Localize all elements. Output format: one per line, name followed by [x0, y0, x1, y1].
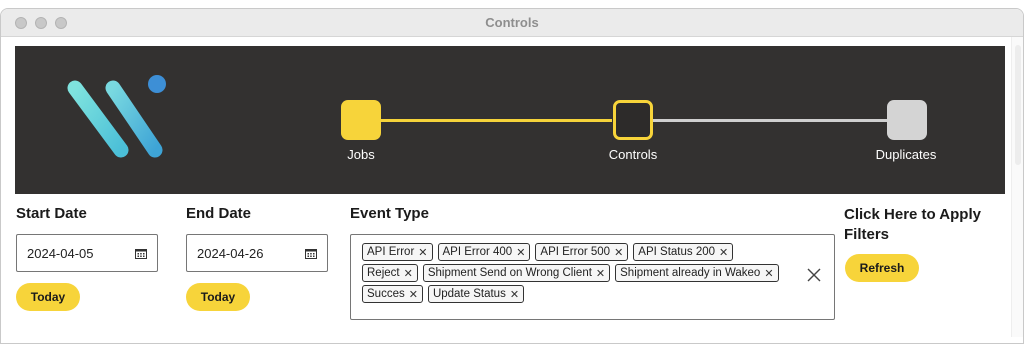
event-tag: API Status 200 ✕ [633, 243, 734, 261]
step-jobs-label: Jobs [347, 147, 375, 162]
close-icon[interactable]: ✕ [418, 246, 427, 259]
end-date-today-button[interactable]: Today [186, 283, 250, 311]
step-controls-label: Controls [608, 147, 658, 162]
close-icon[interactable]: ✕ [404, 267, 413, 280]
event-tag: Shipment Send on Wrong Client ✕ [422, 264, 611, 282]
event-tag: Succes ✕ [362, 285, 423, 303]
event-tag-label: Succes [367, 288, 405, 300]
event-type-tag-list: API Error ✕ API Error 400 ✕ API Error 500 ✕… [362, 243, 782, 303]
step-duplicates-marker[interactable] [887, 100, 927, 140]
close-icon[interactable]: ✕ [409, 288, 418, 301]
event-tag-label: Shipment Send on Wrong Client [427, 267, 592, 279]
stepper-connector-done [380, 119, 612, 122]
apply-filters-label: Click Here to Apply Filters [844, 206, 981, 243]
event-tag: Shipment already in Wakeo ✕ [615, 264, 779, 282]
header-banner: Jobs Controls Duplicates [15, 46, 1005, 194]
step-duplicates-label: Duplicates [875, 147, 937, 162]
stepper-connector-pending [653, 119, 887, 122]
event-tag-label: Update Status [432, 288, 506, 300]
event-tag-label: Reject [367, 267, 400, 279]
event-tag: API Error ✕ [362, 243, 433, 261]
close-icon[interactable]: ✕ [516, 246, 525, 259]
event-tag-label: API Error [367, 246, 415, 258]
clear-all-icon[interactable] [806, 267, 822, 283]
company-logo [67, 75, 166, 158]
close-icon[interactable]: ✕ [510, 288, 519, 301]
step-jobs-marker[interactable] [341, 100, 381, 140]
event-tag: API Error 400 ✕ [437, 243, 531, 261]
end-date-value: 2024-04-26 [197, 245, 264, 261]
start-date-value: 2024-04-05 [27, 245, 94, 261]
event-tag: Update Status ✕ [427, 285, 525, 303]
start-date-today-button[interactable]: Today [16, 283, 80, 311]
event-tag: API Error 500 ✕ [535, 243, 629, 261]
event-tag-label: Shipment already in Wakeo [620, 267, 761, 279]
calendar-icon[interactable] [135, 248, 147, 259]
start-date-input[interactable]: 2024-04-05 [16, 234, 158, 272]
close-icon[interactable]: ✕ [596, 267, 605, 280]
refresh-button[interactable]: Refresh [845, 254, 919, 282]
app-window: Controls Jobs Controls Duplicates Start … [0, 8, 1024, 344]
close-icon[interactable]: ✕ [614, 246, 623, 259]
step-controls-marker[interactable] [613, 100, 653, 140]
event-tag-label: API Status 200 [638, 246, 716, 258]
event-type-label: Event Type [350, 205, 429, 222]
calendar-icon[interactable] [305, 248, 317, 259]
title-bar: Controls [1, 9, 1023, 37]
scrollbar-thumb[interactable] [1015, 45, 1021, 165]
end-date-label: End Date [186, 205, 252, 222]
start-date-label: Start Date [16, 205, 87, 222]
event-tag-label: API Error 500 [540, 246, 611, 258]
event-tag: Reject ✕ [362, 264, 418, 282]
end-date-input[interactable]: 2024-04-26 [186, 234, 328, 272]
desktop-background [0, 0, 1024, 8]
page-content: Jobs Controls Duplicates Start Date 2024… [1, 37, 1023, 337]
close-icon[interactable]: ✕ [764, 267, 773, 280]
vertical-scrollbar[interactable] [1011, 37, 1023, 337]
event-tag-label: API Error 400 [442, 246, 513, 258]
window-title: Controls [485, 15, 539, 30]
event-type-multiselect[interactable]: API Error ✕ API Error 400 ✕ API Error 500 ✕… [350, 234, 835, 320]
close-icon[interactable]: ✕ [719, 246, 728, 259]
